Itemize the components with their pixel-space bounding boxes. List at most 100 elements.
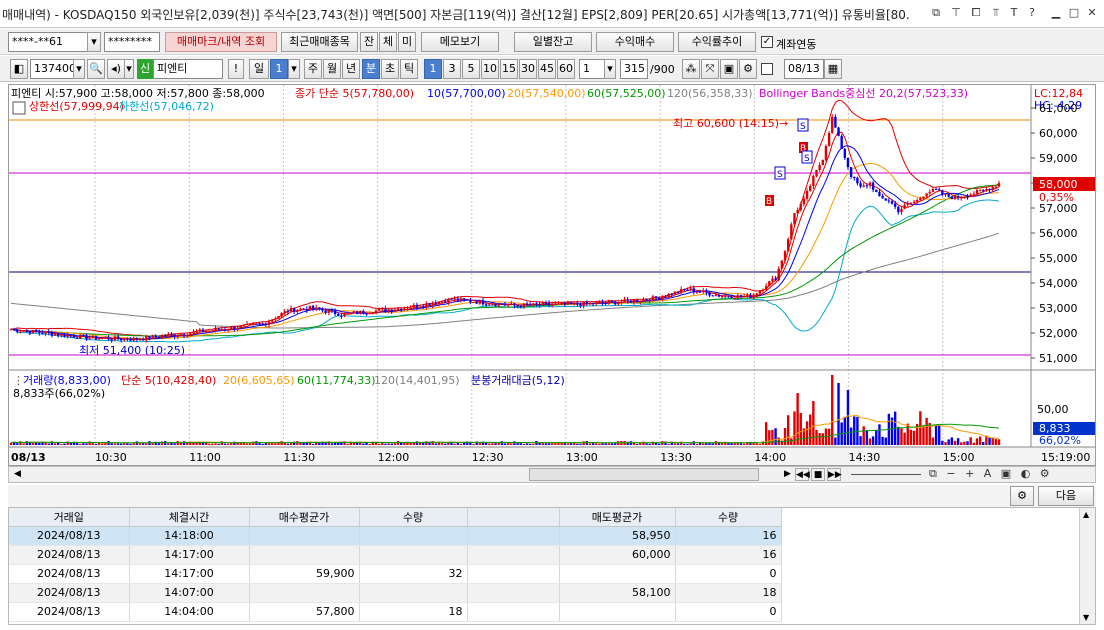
chart-menu-icon[interactable]: ◧ bbox=[10, 59, 28, 79]
col-sell-avg[interactable]: 매도평균가 bbox=[559, 508, 676, 527]
scroll-up-icon[interactable]: ▲ bbox=[1083, 510, 1089, 519]
account-input[interactable]: ****-**61 bbox=[8, 32, 88, 52]
legend-trade-amount[interactable]: 분봉거래대금(5,12) bbox=[471, 374, 565, 387]
col-sell-qty[interactable]: 수량 bbox=[675, 508, 782, 527]
profit-buy-button[interactable]: 수익매수 bbox=[596, 32, 674, 52]
daily-balance-button[interactable]: 일별잔고 bbox=[514, 32, 592, 52]
scroll-right-icon[interactable]: ▶ bbox=[781, 468, 794, 481]
legend-volume[interactable]: 거래량(8,833,00) bbox=[23, 374, 111, 387]
interval-15[interactable]: 15 bbox=[500, 59, 518, 79]
recent-trades-button[interactable]: 최근매매종목 bbox=[281, 32, 358, 52]
search-icon[interactable]: 🔍 bbox=[87, 59, 105, 79]
period-day[interactable]: 일 bbox=[249, 59, 269, 79]
alert-icon[interactable]: ! bbox=[228, 59, 244, 79]
legend-bb-lower[interactable]: 하한선(57,046,72) bbox=[119, 99, 214, 113]
chart-tools-icons[interactable]: ⧉ − + A ▣ ◐ ⚙ bbox=[929, 467, 1053, 481]
interval-select[interactable]: 1 bbox=[579, 59, 605, 79]
legend-bollinger[interactable]: Bollinger Bands중심선 20,2(57,523,33) bbox=[759, 87, 968, 100]
interval-1[interactable]: 1 bbox=[424, 59, 442, 79]
tile-icon[interactable]: ⫪ bbox=[988, 5, 1004, 21]
sell-marker[interactable]: S bbox=[801, 150, 813, 164]
stock-code-input[interactable]: 137400 bbox=[30, 59, 74, 79]
legend-vol-ma60[interactable]: 60(11,774,33) bbox=[297, 374, 376, 387]
calendar-icon[interactable]: ▦ bbox=[824, 59, 842, 79]
table-row[interactable]: 2024/08/13 14:18:00 58,950 16 bbox=[9, 526, 782, 546]
return-trend-button[interactable]: 수익률추이 bbox=[678, 32, 756, 52]
interval-45[interactable]: 45 bbox=[538, 59, 556, 79]
scroll-thumb[interactable] bbox=[529, 468, 759, 481]
interval-3[interactable]: 3 bbox=[443, 59, 461, 79]
sell-marker[interactable]: S bbox=[797, 118, 809, 132]
scroll-down-icon[interactable]: ▼ bbox=[1083, 613, 1089, 622]
legend-vol-ma120[interactable]: 120(14,401,95) bbox=[374, 374, 460, 387]
table-vertical-scrollbar[interactable]: ▲ ▼ bbox=[1079, 508, 1095, 624]
settings-icon[interactable]: ⚙ bbox=[739, 59, 757, 79]
legend-ma20[interactable]: 20(57,540,00) bbox=[507, 87, 586, 100]
link-icon[interactable]: ⧉ bbox=[928, 5, 944, 21]
maximize-icon[interactable]: □ bbox=[1066, 5, 1082, 21]
legend-ma10[interactable]: 10(57,700,00) bbox=[427, 87, 506, 100]
interval-30[interactable]: 30 bbox=[519, 59, 537, 79]
table-row[interactable]: 2024/08/13 14:04:00 57,800 18 0 bbox=[9, 602, 782, 622]
sound-dropdown-icon[interactable]: ▾ bbox=[124, 59, 134, 79]
account-link-checkbox[interactable]: ✓ bbox=[761, 36, 773, 48]
font-icon[interactable]: T bbox=[1006, 5, 1022, 21]
table-row[interactable]: 2024/08/13 14:07:00 58,100 18 bbox=[9, 583, 782, 603]
col-buy-avg[interactable]: 매수평균가 bbox=[249, 508, 360, 527]
col-buy-qty[interactable]: 수량 bbox=[359, 508, 468, 527]
indicator-icon[interactable]: ⁂ bbox=[682, 59, 700, 79]
period-minute[interactable]: 분 bbox=[362, 59, 380, 79]
period-week[interactable]: 주 bbox=[304, 59, 322, 79]
password-input[interactable]: ******** bbox=[104, 32, 160, 52]
forward-icon[interactable]: ▶▶ bbox=[827, 468, 842, 481]
legend-bb-upper[interactable]: 상한선(57,999,94) bbox=[29, 100, 124, 113]
legend-vol-ma5[interactable]: 단순 5(10,428,40) bbox=[121, 374, 216, 387]
interval-60[interactable]: 60 bbox=[557, 59, 575, 79]
col-exec-time[interactable]: 체결시간 bbox=[129, 508, 250, 527]
pin-icon[interactable]: ⊤ bbox=[948, 5, 964, 21]
save-icon[interactable]: ▣ bbox=[720, 59, 738, 79]
period-year[interactable]: 년 bbox=[342, 59, 360, 79]
interval-10[interactable]: 10 bbox=[481, 59, 499, 79]
chart-list-icon[interactable] bbox=[12, 101, 26, 115]
period-dropdown-icon[interactable]: ▾ bbox=[288, 59, 300, 79]
minimize-icon[interactable]: ▁ bbox=[1048, 5, 1064, 21]
code-dropdown-icon[interactable]: ▾ bbox=[73, 59, 85, 79]
interval-5[interactable]: 5 bbox=[462, 59, 480, 79]
date-input[interactable]: 08/13 bbox=[784, 59, 824, 79]
zoom-slider[interactable] bbox=[851, 474, 921, 475]
next-button[interactable]: 다음 bbox=[1038, 486, 1094, 506]
interval-dropdown-icon[interactable]: ▾ bbox=[604, 59, 616, 79]
period-month[interactable]: 월 bbox=[323, 59, 341, 79]
bar-count-input[interactable]: 315 bbox=[620, 59, 648, 79]
legend-ma5[interactable]: 종가 단순 5(57,780,00) bbox=[295, 87, 414, 100]
stop-icon[interactable]: ■ bbox=[811, 468, 825, 481]
sell-marker[interactable]: S bbox=[774, 166, 786, 180]
memo-button[interactable]: 메모보기 bbox=[421, 32, 499, 52]
col-trade-date[interactable]: 거래일 bbox=[9, 508, 130, 527]
legend-vol-ma20[interactable]: 20(6,605,65) bbox=[223, 374, 295, 387]
crosshair-icon[interactable]: ⤧ bbox=[701, 59, 719, 79]
pending-tab[interactable]: 미 bbox=[398, 32, 416, 52]
period-day-count[interactable]: 1 bbox=[270, 59, 288, 79]
period-tick[interactable]: 틱 bbox=[400, 59, 418, 79]
legend-ma120[interactable]: 120(56,358,33) bbox=[667, 87, 753, 100]
rewind-icon[interactable]: ◀◀ bbox=[795, 468, 810, 481]
account-dropdown-icon[interactable]: ▾ bbox=[87, 32, 101, 52]
legend-ma60[interactable]: 60(57,525,00) bbox=[587, 87, 666, 100]
sound-icon[interactable]: ◂) bbox=[107, 59, 125, 79]
scroll-left-icon[interactable]: ◀ bbox=[11, 468, 24, 481]
table-row[interactable]: 2024/08/13 14:17:00 59,900 32 0 bbox=[9, 564, 782, 584]
executed-tab[interactable]: 체 bbox=[379, 32, 397, 52]
price-chart[interactable]: B S S B S 최고 60,600 (14:15) → 최저 51,400 … bbox=[8, 84, 1096, 466]
close-icon[interactable]: ✕ bbox=[1084, 5, 1100, 21]
table-settings-icon[interactable]: ⚙ bbox=[1010, 486, 1034, 506]
trade-mark-query-button[interactable]: 매매마크/내역 조회 bbox=[165, 32, 277, 52]
copy-window-icon[interactable]: ⧠ bbox=[968, 5, 984, 21]
balance-tab[interactable]: 잔 bbox=[360, 32, 378, 52]
table-row[interactable]: 2024/08/13 14:17:00 60,000 16 bbox=[9, 545, 782, 565]
period-second[interactable]: 초 bbox=[381, 59, 399, 79]
help-icon[interactable]: ? bbox=[1024, 5, 1040, 21]
date-checkbox[interactable] bbox=[761, 63, 773, 75]
buy-marker[interactable]: B bbox=[765, 195, 774, 207]
